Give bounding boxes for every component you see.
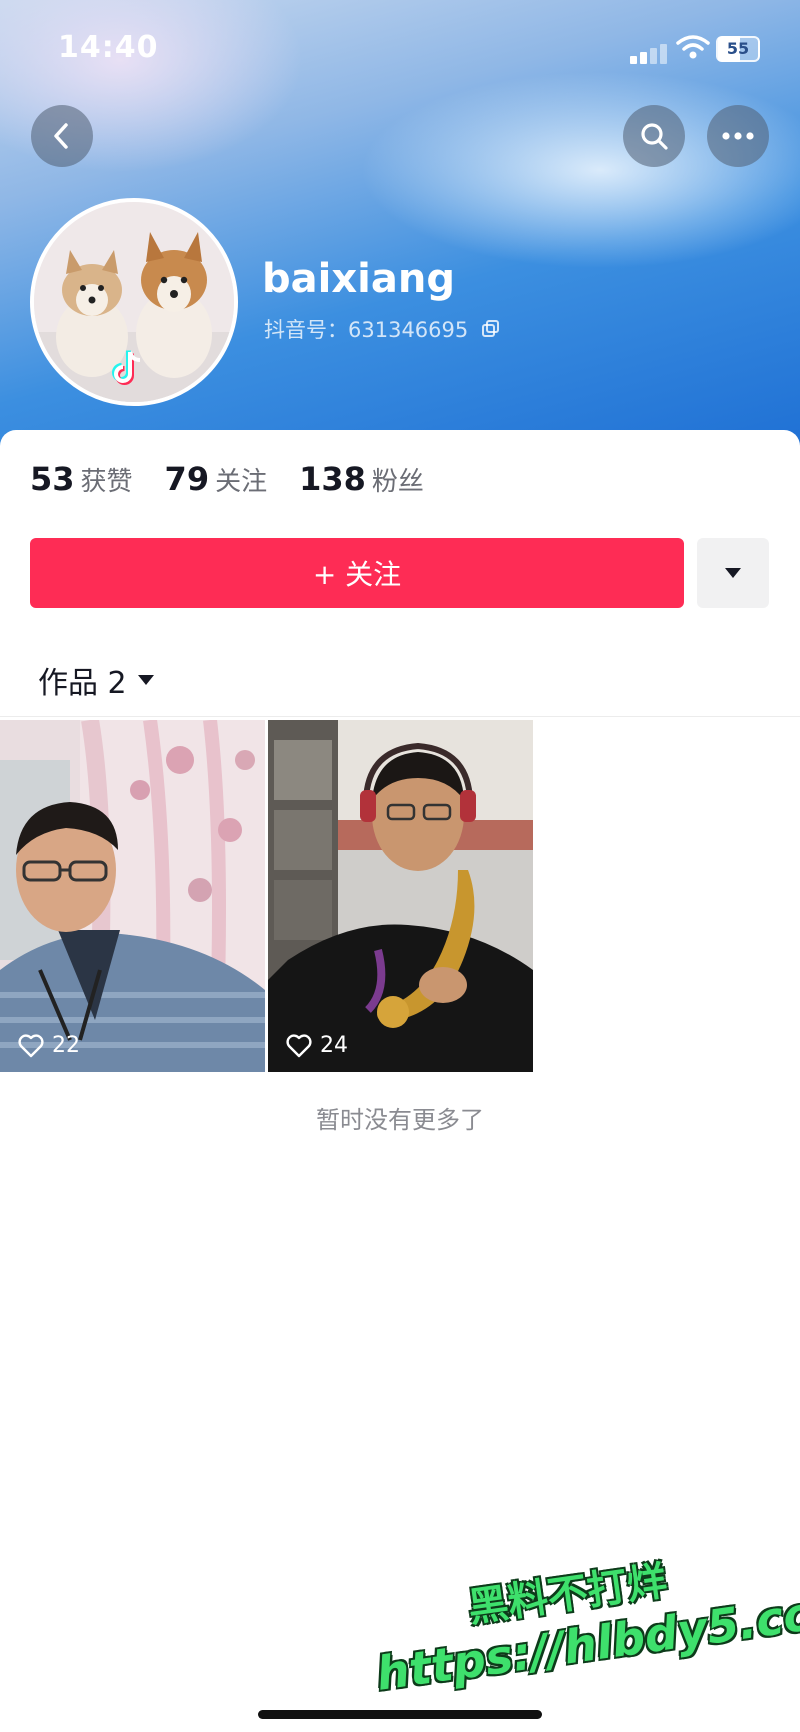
stats-row: 53 获赞 79 关注 138 粉丝 <box>30 460 424 498</box>
douyin-id: 抖音号：631346695 <box>264 314 501 344</box>
video-likes: 24 <box>286 1033 348 1058</box>
tab-works[interactable]: 作品 2 <box>38 658 155 702</box>
stat-likes-label: 获赞 <box>80 467 133 497</box>
video-likes-count: 22 <box>52 1033 80 1058</box>
stat-following-label: 关注 <box>215 467 268 497</box>
avatar[interactable] <box>30 198 238 406</box>
video-thumbnail[interactable]: 22 <box>0 720 265 1072</box>
battery-icon: 55 <box>716 36 760 62</box>
home-indicator[interactable] <box>258 1710 542 1719</box>
stat-likes[interactable]: 53 获赞 <box>30 460 133 498</box>
avatar-corgi-image <box>34 202 234 402</box>
back-button[interactable] <box>31 105 93 167</box>
status-time: 14:40 <box>58 30 159 65</box>
video-cover-image <box>268 720 533 1072</box>
copy-icon[interactable] <box>481 319 501 339</box>
divider <box>0 716 800 717</box>
stat-following-value: 79 <box>164 460 210 498</box>
status-bar: 14:40 55 <box>0 30 800 70</box>
douyin-id-label: 抖音号： <box>264 318 348 342</box>
video-likes-count: 24 <box>320 1033 348 1058</box>
profile-header: 14:40 55 baixiang 抖音号：631346695 <box>0 0 800 460</box>
caret-down-icon <box>137 675 154 685</box>
chevron-left-icon <box>54 123 68 149</box>
tab-works-label: 作品 2 <box>38 666 127 701</box>
wifi-icon <box>676 35 710 59</box>
video-likes: 22 <box>18 1033 80 1058</box>
no-more-text: 暂时没有更多了 <box>316 1106 484 1134</box>
profile-body: 53 获赞 79 关注 138 粉丝 + 关注 作品 2 22 24 暂时没有更… <box>0 430 800 1732</box>
search-button[interactable] <box>623 105 685 167</box>
video-cover-image <box>0 720 265 1072</box>
stat-followers[interactable]: 138 粉丝 <box>299 460 424 498</box>
heart-icon <box>286 1033 312 1057</box>
caret-down-icon <box>725 568 741 578</box>
follow-dropdown-button[interactable] <box>697 538 769 608</box>
follow-button[interactable]: + 关注 <box>30 538 684 608</box>
signal-icon <box>630 44 670 64</box>
more-options-button[interactable] <box>707 105 769 167</box>
username: baixiang <box>262 256 455 302</box>
douyin-id-value: 631346695 <box>348 318 469 342</box>
more-dots-icon <box>722 132 754 140</box>
heart-icon <box>18 1033 44 1057</box>
stat-followers-value: 138 <box>299 460 366 498</box>
stat-likes-value: 53 <box>30 460 75 498</box>
search-icon <box>641 123 668 150</box>
stat-followers-label: 粉丝 <box>371 467 424 497</box>
video-thumbnail[interactable]: 24 <box>268 720 533 1072</box>
stat-following[interactable]: 79 关注 <box>165 460 268 498</box>
